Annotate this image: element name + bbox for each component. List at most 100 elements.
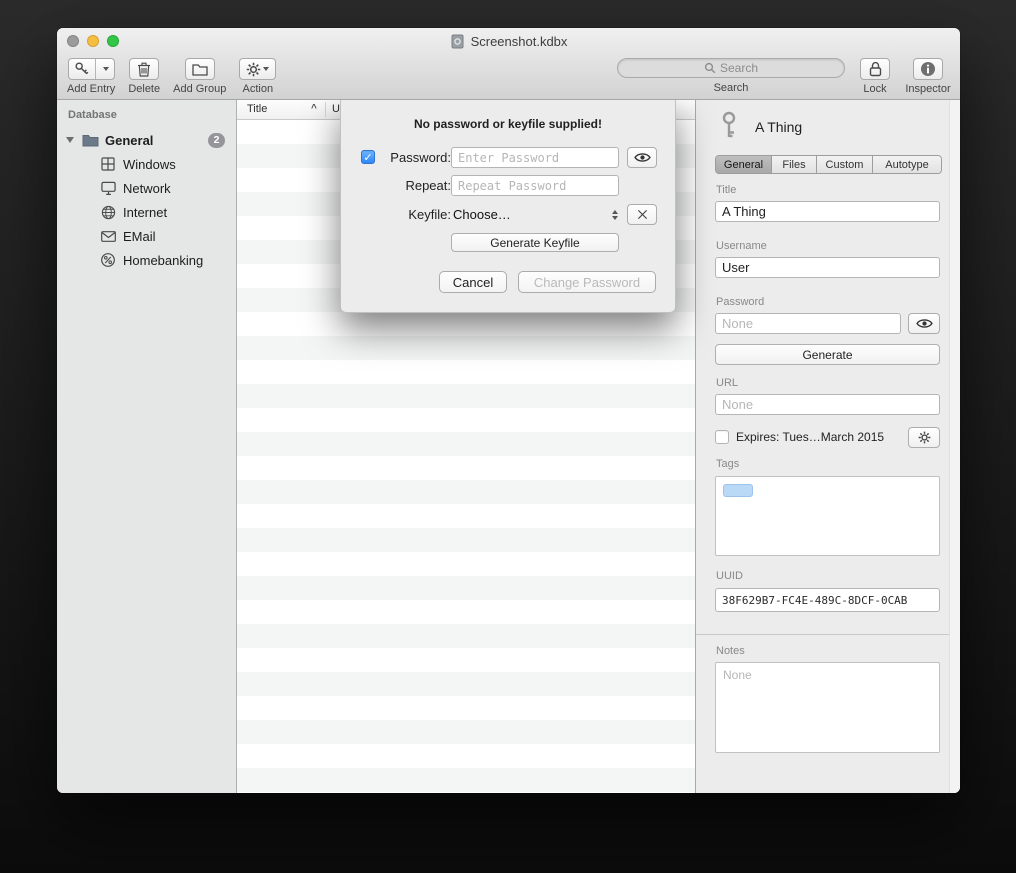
sidebar-item-internet[interactable]: Internet	[57, 200, 236, 224]
delete-button[interactable]	[129, 58, 159, 80]
lock-button[interactable]	[860, 58, 890, 80]
expires-gear-button[interactable]	[908, 427, 940, 448]
title-input[interactable]	[715, 201, 940, 222]
username-input[interactable]	[715, 257, 940, 278]
column-divider[interactable]	[325, 102, 326, 117]
action-label: Action	[243, 83, 274, 95]
sidebar-item-network[interactable]: Network	[57, 176, 236, 200]
password-reveal-button[interactable]	[908, 313, 940, 334]
uuid-label: UUID	[716, 570, 743, 582]
key-plus-icon	[69, 59, 95, 79]
tab-general[interactable]: General	[716, 156, 772, 173]
gear-icon	[918, 431, 931, 444]
folder-icon	[81, 134, 99, 147]
toolbar: Add Entry Delete	[57, 54, 960, 100]
add-entry-dropdown[interactable]	[96, 59, 114, 79]
entry-key-icon	[721, 111, 737, 139]
sidebar: Database General 2 Windows Network	[57, 100, 237, 793]
column-header-title[interactable]: Title	[247, 103, 267, 115]
eye-icon	[916, 318, 933, 329]
tag-pill[interactable]	[723, 484, 753, 497]
add-entry-button[interactable]	[68, 58, 115, 80]
sidebar-item-general[interactable]: General 2	[57, 128, 236, 152]
search-input[interactable]: Search	[617, 58, 845, 78]
sidebar-item-label: Network	[123, 181, 171, 196]
dialog-password-reveal-button[interactable]	[627, 147, 657, 168]
change-password-dialog: No password or keyfile supplied! ✓ Passw…	[340, 100, 676, 313]
dialog-password-label: Password:	[365, 147, 451, 168]
sidebar-item-label: Windows	[123, 157, 176, 172]
title-area: Screenshot.kdbx	[57, 28, 960, 54]
sidebar-item-label: General	[105, 133, 153, 148]
info-icon	[920, 61, 936, 77]
sort-ascending-icon: ^	[311, 103, 317, 114]
generate-keyfile-button[interactable]: Generate Keyfile	[451, 233, 619, 252]
expires-label: Expires: Tues…March 2015	[736, 427, 884, 448]
document-proxy-icon	[450, 34, 465, 49]
search-placeholder: Search	[720, 61, 758, 75]
dialog-repeat-label: Repeat:	[365, 175, 451, 196]
eye-icon	[634, 152, 651, 163]
username-label: Username	[716, 240, 767, 252]
entry-count-badge: 2	[208, 133, 225, 148]
toolbar-item-add-group: Add Group	[173, 58, 226, 95]
search-icon	[704, 62, 716, 74]
sidebar-item-windows[interactable]: Windows	[57, 152, 236, 176]
titlebar: Screenshot.kdbx	[57, 28, 960, 54]
toolbar-item-inspector: Inspector	[901, 58, 955, 95]
dialog-password-input[interactable]	[451, 147, 619, 168]
add-entry-label: Add Entry	[67, 83, 115, 95]
tab-autotype[interactable]: Autotype	[873, 156, 941, 173]
tags-field[interactable]	[715, 476, 940, 556]
search-label: Search	[714, 82, 749, 94]
close-x-icon	[637, 209, 648, 220]
window-title: Screenshot.kdbx	[471, 34, 568, 49]
notes-textarea[interactable]	[715, 662, 940, 753]
sidebar-item-label: EMail	[123, 229, 156, 244]
globe-icon	[99, 205, 117, 220]
dialog-keyfile-label: Keyfile:	[365, 204, 451, 225]
keyfile-clear-button[interactable]	[627, 204, 657, 225]
tab-files[interactable]: Files	[772, 156, 817, 173]
sidebar-item-homebanking[interactable]: Homebanking	[57, 248, 236, 272]
dialog-repeat-input[interactable]	[451, 175, 619, 196]
add-group-button[interactable]	[185, 58, 215, 80]
inspector-button[interactable]	[913, 58, 943, 80]
sidebar-item-email[interactable]: EMail	[57, 224, 236, 248]
url-label: URL	[716, 377, 738, 389]
popup-stepper-icon	[612, 210, 621, 220]
change-password-button[interactable]: Change Password	[518, 271, 656, 293]
scrollbar-track[interactable]	[949, 100, 960, 793]
window-chrome: Screenshot.kdbx Add Entry	[57, 28, 960, 100]
title-label: Title	[716, 184, 736, 196]
percent-icon	[99, 253, 117, 267]
inspector-label: Inspector	[905, 83, 950, 95]
toolbar-item-add-entry: Add Entry	[67, 58, 115, 95]
envelope-icon	[99, 231, 117, 242]
password-input[interactable]	[715, 313, 901, 334]
disclosure-triangle-icon[interactable]	[66, 137, 74, 143]
folder-plus-icon	[192, 63, 208, 76]
add-group-label: Add Group	[173, 83, 226, 95]
delete-label: Delete	[128, 83, 160, 95]
uuid-input[interactable]	[715, 588, 940, 612]
generate-password-button[interactable]: Generate	[715, 344, 940, 365]
toolbar-item-delete: Delete	[128, 58, 160, 95]
trash-icon	[137, 61, 151, 77]
cancel-button[interactable]: Cancel	[439, 271, 507, 293]
windows-icon	[99, 157, 117, 171]
entry-title: A Thing	[755, 119, 802, 135]
tab-custom[interactable]: Custom	[817, 156, 873, 173]
keyfile-popup[interactable]: Choose…	[453, 204, 621, 225]
notes-label: Notes	[716, 645, 745, 657]
action-button[interactable]	[239, 58, 276, 80]
url-input[interactable]	[715, 394, 940, 415]
sidebar-header: Database	[68, 109, 117, 121]
expires-checkbox[interactable]	[715, 430, 729, 444]
chevron-down-icon	[103, 67, 109, 71]
gear-icon	[246, 62, 261, 77]
toolbar-item-lock: Lock	[857, 58, 893, 95]
inspector-panel: A Thing General Files Custom Autotype Ti…	[695, 100, 960, 793]
tags-label: Tags	[716, 458, 739, 470]
keyfile-value: Choose…	[453, 207, 511, 222]
